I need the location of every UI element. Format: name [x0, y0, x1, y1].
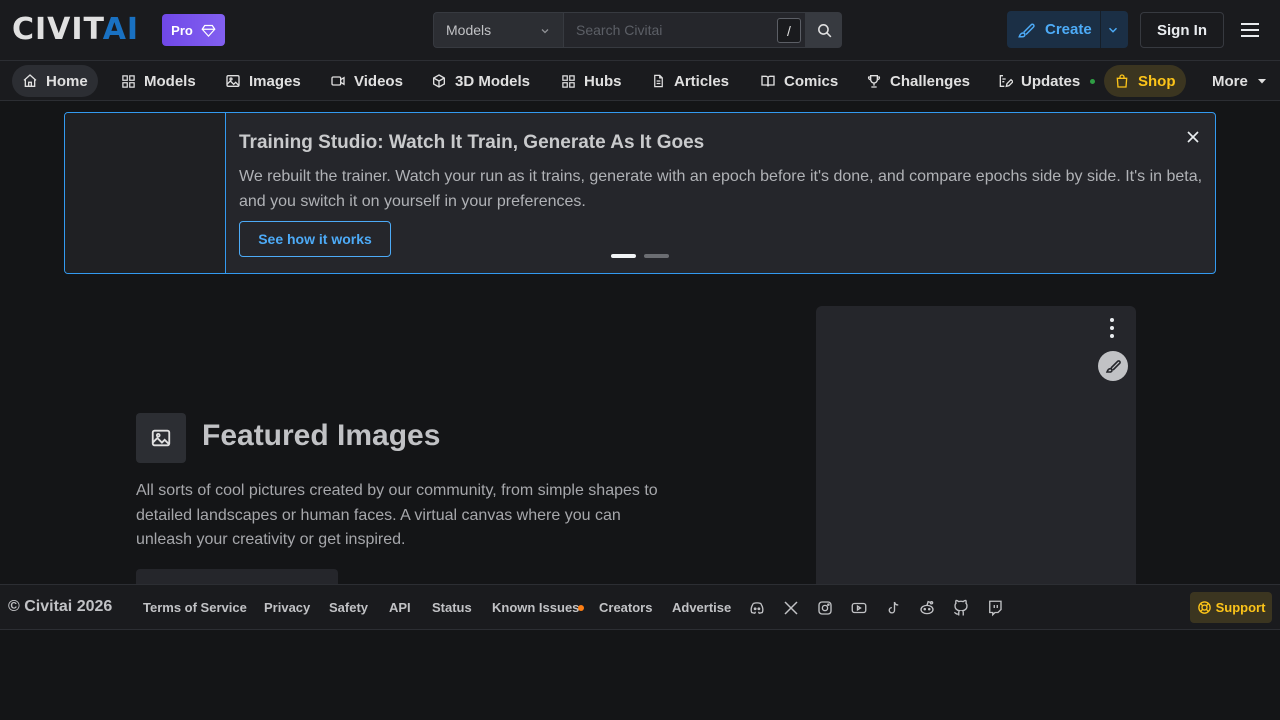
footer-copyright: © Civitai 2026 [8, 598, 113, 615]
close-icon [1187, 131, 1199, 143]
footer-link-advertise[interactable]: Advertise [672, 600, 731, 615]
footer-link-status[interactable]: Status [432, 600, 472, 615]
diamond-icon [201, 24, 216, 37]
banner-pagination [611, 254, 669, 258]
x-icon[interactable] [781, 598, 801, 618]
edit-list-icon [999, 75, 1013, 88]
dots-vertical-icon [1110, 318, 1114, 338]
featured-images-description: All sorts of cool pictures created by ou… [136, 482, 658, 548]
footer-link-creators[interactable]: Creators [599, 600, 652, 615]
card-remix-button[interactable] [1098, 351, 1128, 381]
cube-icon [433, 74, 445, 88]
nav-3d-models[interactable]: 3D Models [421, 65, 540, 97]
trophy-icon [867, 75, 881, 88]
footer-link-safety[interactable]: Safety [329, 600, 368, 615]
footer-link-known-issues[interactable]: Known Issues [492, 600, 579, 615]
search-category-select[interactable]: Models [433, 12, 564, 48]
lifebuoy-icon [1197, 601, 1211, 614]
banner-title: Training Studio: Watch It Train, Generat… [239, 132, 705, 153]
banner-description: We rebuilt the trainer. Watch your run a… [239, 168, 1203, 210]
create-button[interactable]: Create [1007, 11, 1128, 48]
nav-home[interactable]: Home [12, 65, 98, 97]
nav-challenges[interactable]: Challenges [856, 65, 980, 97]
tiktok-icon[interactable] [883, 598, 903, 618]
nav-images[interactable]: Images [215, 65, 311, 97]
search-bar: Models / [433, 12, 842, 48]
brush-icon [1105, 360, 1121, 373]
nav-articles[interactable]: Articles [641, 65, 739, 97]
instagram-icon[interactable] [815, 598, 835, 618]
search-field: / [564, 12, 806, 48]
nav-models[interactable]: Models [111, 65, 206, 97]
home-icon [23, 74, 37, 87]
file-text-icon [654, 74, 663, 88]
nav-updates[interactable]: Updates [987, 65, 1105, 97]
pro-button[interactable]: Pro [162, 14, 225, 46]
image-icon [226, 75, 240, 87]
search-icon [817, 23, 831, 37]
pagination-dot-1[interactable] [611, 254, 636, 258]
top-header: CIVITAI Pro Models / Create Sign In [0, 0, 1280, 60]
chevron-down-icon[interactable] [1106, 23, 1120, 37]
support-button[interactable]: Support [1190, 592, 1272, 623]
twitch-icon[interactable] [985, 598, 1005, 618]
nav-shop[interactable]: Shop [1104, 65, 1186, 97]
nav-videos[interactable]: Videos [320, 65, 413, 97]
footer-link-api[interactable]: API [389, 600, 411, 615]
grid-icon [122, 74, 135, 88]
footer-link-terms[interactable]: Terms of Service [143, 600, 247, 615]
nav-comics[interactable]: Comics [750, 65, 848, 97]
footer-link-privacy[interactable]: Privacy [264, 600, 310, 615]
pagination-dot-2[interactable] [644, 254, 669, 258]
discord-icon[interactable] [747, 598, 767, 618]
chevron-down-icon [541, 29, 549, 34]
featured-images-title: Featured Images [202, 419, 441, 452]
nav-more[interactable]: More [1202, 65, 1278, 97]
book-icon [761, 75, 775, 87]
civitai-logo[interactable]: CIVITAI [12, 15, 139, 45]
card-options-button[interactable] [1102, 316, 1122, 340]
github-icon[interactable] [951, 598, 971, 618]
announcement-banner: Training Studio: Watch It Train, Generat… [64, 112, 1216, 274]
main-nav: Home Models Images Videos 3D Models Hubs… [0, 60, 1280, 101]
menu-icon [1241, 23, 1259, 37]
search-shortcut-key: / [777, 18, 801, 43]
youtube-icon[interactable] [849, 598, 869, 618]
hamburger-menu-button[interactable] [1238, 18, 1262, 42]
known-issues-indicator [578, 605, 584, 611]
grid-icon [562, 74, 575, 88]
featured-images-icon-box [136, 413, 186, 463]
search-input[interactable] [576, 22, 766, 38]
shopping-bag-icon [1116, 74, 1128, 88]
featured-image-card[interactable] [816, 306, 1136, 588]
reddit-icon[interactable] [917, 598, 937, 618]
sign-in-button[interactable]: Sign In [1140, 12, 1224, 48]
brush-icon [1018, 23, 1035, 37]
see-how-it-works-button[interactable]: See how it works [239, 221, 391, 257]
search-button[interactable] [806, 12, 842, 48]
banner-close-button[interactable] [1183, 127, 1203, 147]
new-updates-dot [1090, 78, 1096, 84]
banner-image-placeholder [65, 113, 226, 273]
video-icon [331, 76, 345, 86]
caret-down-icon [1257, 79, 1266, 84]
image-icon [151, 429, 171, 447]
footer: © Civitai 2026 Terms of Service Privacy … [0, 584, 1280, 630]
nav-hubs[interactable]: Hubs [551, 65, 632, 97]
